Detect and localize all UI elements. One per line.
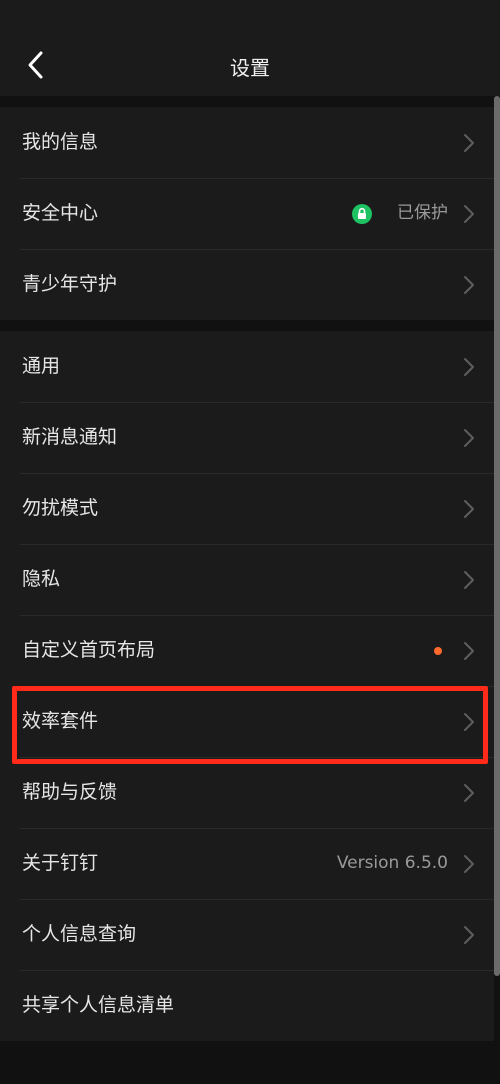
settings-item-label: 勿扰模式 [22,497,99,519]
settings-item-label: 关于钉钉 [22,852,99,874]
page-title: 设置 [230,56,270,80]
chevron-right-icon [464,784,474,802]
settings-item-label: 帮助与反馈 [22,781,118,803]
settings-item-general[interactable]: 通用 [0,331,494,402]
highlight-box [12,686,488,764]
settings-item-label: 共享个人信息清单 [22,994,175,1016]
new-badge-dot [434,647,442,655]
settings-item-my-info[interactable]: 我的信息 [0,107,494,178]
chevron-right-icon [464,134,474,152]
settings-item-about[interactable]: 关于钉钉 Version 6.5.0 [0,828,494,899]
settings-item-label: 个人信息查询 [22,923,137,945]
version-text: Version 6.5.0 [336,853,448,873]
chevron-right-icon [464,429,474,447]
settings-item-notifications[interactable]: 新消息通知 [0,402,494,473]
scrollbar[interactable] [494,96,500,976]
settings-item-label: 我的信息 [22,131,99,153]
settings-item-label: 自定义首页布局 [22,639,156,661]
chevron-right-icon [464,926,474,944]
settings-item-do-not-disturb[interactable]: 勿扰模式 [0,473,494,544]
settings-item-youth-guard[interactable]: 青少年守护 [0,249,494,320]
chevron-right-icon [464,205,474,223]
settings-item-shared-info-list[interactable]: 共享个人信息清单 [0,970,494,1041]
settings-item-label: 青少年守护 [22,273,118,295]
chevron-right-icon [464,855,474,873]
settings-item-label: 隐私 [22,568,61,590]
settings-item-privacy[interactable]: 隐私 [0,544,494,615]
settings-item-label: 安全中心 [22,202,99,224]
settings-item-label: 通用 [22,355,61,377]
settings-item-help-feedback[interactable]: 帮助与反馈 [0,757,494,828]
navigation-bar: 设置 [0,0,500,96]
settings-group-account: 我的信息 安全中心 已保护 青少年守护 [0,107,494,320]
settings-item-personal-info-query[interactable]: 个人信息查询 [0,899,494,970]
lock-icon [352,204,372,224]
security-status-text: 已保护 [397,203,448,223]
chevron-right-icon [464,571,474,589]
chevron-right-icon [464,642,474,660]
settings-item-custom-home-layout[interactable]: 自定义首页布局 [0,615,494,686]
chevron-right-icon [464,276,474,294]
chevron-right-icon [464,500,474,518]
settings-item-label: 新消息通知 [22,426,118,448]
settings-item-security-center[interactable]: 安全中心 已保护 [0,178,494,249]
chevron-right-icon [464,358,474,376]
